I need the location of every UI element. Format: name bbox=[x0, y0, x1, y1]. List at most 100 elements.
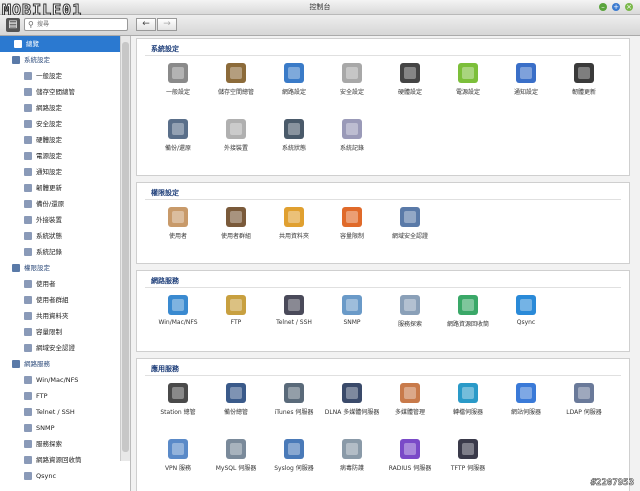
sidebar-item[interactable]: 韌體更新 bbox=[0, 180, 120, 196]
sidebar-item-icon bbox=[24, 280, 32, 288]
control-panel-item[interactable]: 備份/還原 bbox=[149, 119, 207, 152]
sidebar-item-label: 網路資源回收筒 bbox=[36, 456, 82, 464]
sidebar-item[interactable]: 通知設定 bbox=[0, 164, 120, 180]
control-panel-item[interactable]: Win/Mac/NFS bbox=[149, 295, 207, 326]
sidebar-item[interactable]: 電源設定 bbox=[0, 148, 120, 164]
sidebar-item[interactable]: 安全設定 bbox=[0, 116, 120, 132]
control-panel-item[interactable]: 系統狀態 bbox=[265, 119, 323, 152]
sidebar-item[interactable]: 系統狀態 bbox=[0, 228, 120, 244]
sidebar-item[interactable]: 硬體設定 bbox=[0, 132, 120, 148]
control-panel-item[interactable]: 網路資源回收筒 bbox=[439, 295, 497, 328]
control-panel-item[interactable]: Qsync bbox=[497, 295, 555, 326]
sidebar-item[interactable]: Win/Mac/NFS bbox=[0, 372, 120, 388]
control-panel-item[interactable]: 硬體設定 bbox=[381, 63, 439, 96]
sidebar-item[interactable]: 儲存空間總管 bbox=[0, 84, 120, 100]
control-panel-item[interactable]: 系統記錄 bbox=[323, 119, 381, 152]
control-panel-item[interactable]: 電源設定 bbox=[439, 63, 497, 96]
forward-button[interactable]: → bbox=[157, 18, 177, 31]
control-panel-item[interactable]: 轉檔伺服器 bbox=[439, 383, 497, 416]
sidebar-item[interactable]: 備份/還原 bbox=[0, 196, 120, 212]
control-panel-item-label: 病毒防護 bbox=[339, 465, 364, 472]
back-button[interactable]: ← bbox=[136, 18, 156, 31]
sidebar-item[interactable]: Qsync bbox=[0, 468, 120, 484]
sidebar-item[interactable]: SNMP bbox=[0, 420, 120, 436]
sidebar-section-2[interactable]: 網路服務 bbox=[0, 356, 120, 372]
control-panel-item[interactable]: 外接裝置 bbox=[207, 119, 265, 152]
control-panel-item[interactable]: SNMP bbox=[323, 295, 381, 326]
control-panel-item[interactable]: 網路設定 bbox=[265, 63, 323, 96]
control-panel-item-label: 網域安全認證 bbox=[391, 233, 428, 240]
radius-icon bbox=[400, 439, 420, 459]
control-panel-item[interactable]: VPN 服務 bbox=[149, 439, 207, 472]
control-panel-item[interactable]: Syslog 伺服器 bbox=[265, 439, 323, 472]
sidebar-scrollbar[interactable] bbox=[120, 36, 130, 461]
control-panel-item[interactable]: 通知設定 bbox=[497, 63, 555, 96]
sidebar-item-icon bbox=[24, 392, 32, 400]
control-panel-item[interactable]: 備份總管 bbox=[207, 383, 265, 416]
sidebar-item[interactable]: 使用者群組 bbox=[0, 292, 120, 308]
sidebar-section-1[interactable]: 權限設定 bbox=[0, 260, 120, 276]
control-panel-item[interactable]: DLNA 多媒體伺服器 bbox=[323, 383, 381, 416]
control-panel-item[interactable]: 網站伺服器 bbox=[497, 383, 555, 416]
sidebar-item[interactable]: 網路設定 bbox=[0, 100, 120, 116]
control-panel-item[interactable]: 服務探索 bbox=[381, 295, 439, 328]
sidebar-item[interactable]: Telnet / SSH bbox=[0, 404, 120, 420]
control-panel-item[interactable]: 一般設定 bbox=[149, 63, 207, 96]
control-panel-item[interactable]: iTunes 伺服器 bbox=[265, 383, 323, 416]
minimize-button[interactable]: – bbox=[599, 3, 607, 11]
control-panel-item-label: SNMP bbox=[343, 319, 361, 326]
close-button[interactable]: × bbox=[625, 3, 633, 11]
icon-highlight bbox=[520, 299, 532, 311]
sidebar-scroll-thumb[interactable] bbox=[122, 42, 129, 452]
control-panel-item-label: LDAP 伺服器 bbox=[566, 409, 602, 416]
control-panel-item[interactable]: 韌體更新 bbox=[555, 63, 613, 96]
search-box[interactable]: ⚲ bbox=[24, 18, 128, 31]
sidebar-item[interactable]: 外接裝置 bbox=[0, 212, 120, 228]
control-panel-item[interactable]: 病毒防護 bbox=[323, 439, 381, 472]
control-panel-item[interactable]: FTP bbox=[207, 295, 265, 326]
control-panel-item[interactable]: 使用者群組 bbox=[207, 207, 265, 240]
control-panel-item[interactable]: Station 總管 bbox=[149, 383, 207, 416]
sidebar-item-icon bbox=[24, 136, 32, 144]
sidebar-item[interactable]: 網域安全認證 bbox=[0, 340, 120, 356]
control-panel-item[interactable]: 容量限制 bbox=[323, 207, 381, 240]
panel-title: 權限設定 bbox=[151, 189, 179, 197]
icon-highlight bbox=[462, 387, 474, 399]
menu-button[interactable]: ▤ bbox=[6, 18, 20, 32]
sidebar-item[interactable]: 服務探索 bbox=[0, 436, 120, 452]
sidebar-section-0[interactable]: 系統設定 bbox=[0, 52, 120, 68]
sidebar-item[interactable]: 容量限制 bbox=[0, 324, 120, 340]
ftp-icon bbox=[226, 295, 246, 315]
control-panel-item[interactable]: MySQL 伺服器 bbox=[207, 439, 265, 472]
sidebar-item[interactable]: 網路資源回收筒 bbox=[0, 452, 120, 468]
control-panel-item[interactable]: TFTP 伺服器 bbox=[439, 439, 497, 472]
control-panel-item[interactable]: 儲存空間總管 bbox=[207, 63, 265, 96]
control-panel-item[interactable]: LDAP 伺服器 bbox=[555, 383, 613, 416]
sidebar-item-icon bbox=[24, 184, 32, 192]
maximize-button[interactable]: + bbox=[612, 3, 620, 11]
sidebar-item[interactable]: 系統記錄 bbox=[0, 244, 120, 260]
discovery-icon bbox=[400, 295, 420, 315]
control-panel-item[interactable]: 安全設定 bbox=[323, 63, 381, 96]
mysql-icon bbox=[226, 439, 246, 459]
control-panel-item-label: 網路資源回收筒 bbox=[446, 321, 489, 328]
search-input[interactable] bbox=[37, 19, 125, 30]
icon-highlight bbox=[346, 123, 358, 135]
sidebar-item[interactable]: FTP bbox=[0, 388, 120, 404]
firmware-icon bbox=[574, 63, 594, 83]
sidebar-item[interactable]: 共用資料夾 bbox=[0, 308, 120, 324]
icon-highlight bbox=[288, 211, 300, 223]
control-panel-item[interactable]: 使用者 bbox=[149, 207, 207, 240]
sidebar-item[interactable]: 使用者 bbox=[0, 276, 120, 292]
terminal-icon bbox=[284, 295, 304, 315]
icon-highlight bbox=[288, 443, 300, 455]
control-panel-item[interactable]: Telnet / SSH bbox=[265, 295, 323, 326]
control-panel-item[interactable]: 網域安全認證 bbox=[381, 207, 439, 240]
antivirus-icon bbox=[342, 439, 362, 459]
sidebar-item[interactable]: 一般設定 bbox=[0, 68, 120, 84]
window-title: 控制台 bbox=[309, 3, 331, 11]
control-panel-item[interactable]: RADIUS 伺服器 bbox=[381, 439, 439, 472]
control-panel-item[interactable]: 共用資料夾 bbox=[265, 207, 323, 240]
sidebar-item-overview[interactable]: 總覽 bbox=[0, 36, 120, 52]
control-panel-item[interactable]: 多媒體管理 bbox=[381, 383, 439, 416]
